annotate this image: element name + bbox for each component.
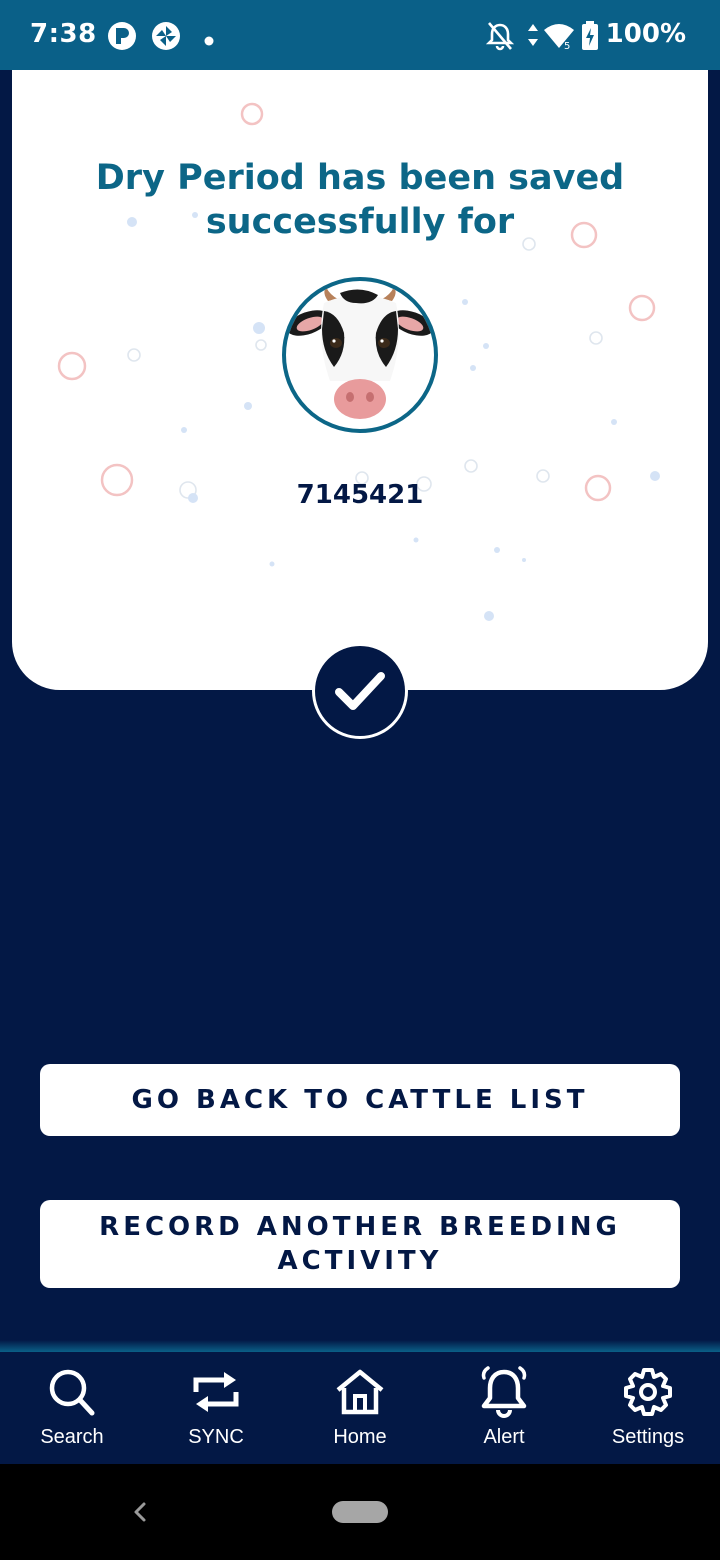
search-icon xyxy=(49,1369,95,1416)
success-title: Dry Period has been saved successfully f… xyxy=(95,158,625,242)
nav-item-settings[interactable]: Settings xyxy=(576,1352,720,1464)
nav-item-sync[interactable]: SYNC xyxy=(144,1352,288,1464)
system-back-icon[interactable] xyxy=(126,1496,154,1528)
battery-percent: 100% xyxy=(605,19,686,49)
nav-label-alert: Alert xyxy=(483,1426,525,1448)
app-icon-shutter xyxy=(150,20,182,56)
nav-item-search[interactable]: Search xyxy=(0,1352,144,1464)
nav-item-home[interactable]: Home xyxy=(288,1352,432,1464)
svg-text:5: 5 xyxy=(564,41,570,52)
bell-off-icon xyxy=(485,20,515,56)
cow-avatar xyxy=(282,277,438,433)
app-icon-p xyxy=(106,20,138,56)
wifi-icon: 5 xyxy=(542,20,576,56)
success-badge xyxy=(312,643,408,739)
data-arrows-icon xyxy=(526,20,540,56)
notification-dot xyxy=(204,31,214,50)
check-icon xyxy=(335,672,385,710)
nav-label-settings: Settings xyxy=(611,1426,685,1448)
cow-face-icon xyxy=(286,287,434,419)
status-time: 7:38 xyxy=(30,19,97,49)
gear-icon xyxy=(624,1368,672,1416)
sync-icon xyxy=(193,1372,239,1412)
bell-icon xyxy=(481,1366,527,1418)
home-icon xyxy=(336,1369,384,1415)
status-bar: 7:38 5 100% xyxy=(0,0,720,70)
nav-label-sync: SYNC xyxy=(188,1426,244,1448)
go-back-to-cattle-list-button[interactable]: GO BACK TO CATTLE LIST xyxy=(40,1064,680,1136)
nav-label-search: Search xyxy=(40,1426,104,1448)
nav-item-alert[interactable]: Alert xyxy=(432,1352,576,1464)
success-card: Dry Period has been saved successfully f… xyxy=(12,70,708,690)
status-right-icons: 5 100% xyxy=(485,19,686,52)
nav-divider xyxy=(0,1340,720,1352)
nav-label-home: Home xyxy=(333,1426,387,1448)
record-another-breeding-activity-button[interactable]: RECORD ANOTHER BREEDING ACTIVITY xyxy=(40,1200,680,1288)
bottom-nav: Search SYNC Home Alert Settings xyxy=(0,1352,720,1464)
battery-charging-icon xyxy=(580,20,600,56)
cattle-id: 7145421 xyxy=(296,480,424,510)
system-home-pill[interactable] xyxy=(332,1501,388,1523)
